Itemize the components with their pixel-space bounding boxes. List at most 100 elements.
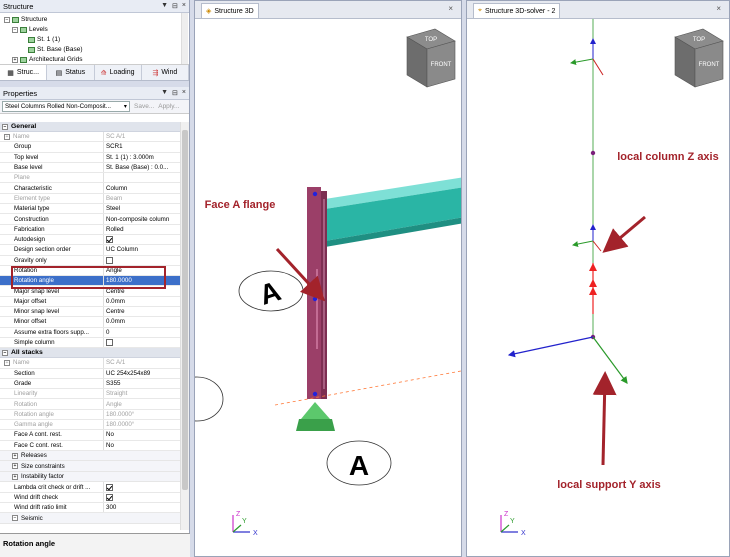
view-cube[interactable]: TOP FRONT — [406, 28, 456, 88]
support-icon[interactable] — [296, 419, 335, 431]
expand-icon[interactable]: + — [12, 463, 18, 470]
collapse-icon[interactable]: − — [2, 349, 8, 356]
pin-dropdown-icon[interactable]: ▼ — [161, 89, 168, 97]
expand-icon[interactable]: − — [12, 27, 18, 33]
property-value[interactable]: 180.0000° — [104, 420, 180, 429]
property-row-name[interactable]: + Name SC A/1 — [0, 358, 180, 369]
checkbox[interactable] — [106, 339, 113, 347]
property-value[interactable]: 180.0000° — [104, 410, 180, 419]
property-row-face-a-cont-rest[interactable]: Face A cont. rest. No — [0, 430, 180, 441]
subgroup-releases[interactable]: + Releases — [0, 450, 180, 462]
collapse-icon[interactable]: − — [12, 515, 18, 522]
tree-item-levels[interactable]: Levels — [29, 25, 48, 35]
property-value[interactable]: Non-composite column — [104, 214, 180, 223]
property-value[interactable]: 0 — [104, 328, 180, 337]
expand-icon[interactable]: + — [12, 473, 18, 480]
property-grid-scrollbar[interactable] — [180, 122, 189, 530]
property-value[interactable]: SC A/1 — [104, 358, 180, 367]
section-general[interactable]: − General — [0, 122, 180, 132]
solver-scene[interactable]: TOP FRONT Z X Y — [467, 19, 729, 556]
property-value[interactable] — [104, 173, 180, 182]
property-row-simple-column[interactable]: Simple column — [0, 337, 180, 349]
property-value[interactable]: S355 — [104, 379, 180, 388]
expand-icon[interactable]: − — [4, 17, 10, 23]
node[interactable] — [590, 150, 596, 156]
section-all-stacks[interactable]: − All stacks — [0, 348, 180, 359]
property-row-gamma-angle[interactable]: Gamma angle 180.0000° — [0, 420, 180, 431]
property-row-fabrication[interactable]: Fabrication Rolled — [0, 224, 180, 235]
property-value[interactable]: St. 1 (1) : 3.000m — [104, 153, 180, 162]
property-value[interactable]: 300 — [104, 503, 180, 512]
property-value[interactable]: Steel — [104, 204, 180, 213]
expand-icon[interactable]: + — [4, 359, 10, 366]
property-row-material-type[interactable]: Material type Steel — [0, 204, 180, 215]
expand-icon[interactable]: + — [12, 57, 18, 63]
property-row-wind-drift-ratio-limit[interactable]: Wind drift ratio limit 300 — [0, 503, 180, 514]
property-value[interactable]: UC 254x254x89 — [104, 369, 180, 378]
tab-wind[interactable]: ⇶ Wind — [142, 65, 189, 80]
checkbox[interactable] — [106, 483, 113, 491]
structure-3d-solver-view[interactable]: ⌖ Structure 3D-solver - 2 × TOP FRONT Z … — [466, 0, 730, 557]
pin-dropdown-icon[interactable]: ▼ — [161, 2, 168, 10]
property-row-section[interactable]: Section UC 254x254x89 — [0, 368, 180, 379]
property-value[interactable]: SC A/1 — [104, 132, 180, 141]
autohide-icon[interactable]: ⊟ — [172, 89, 178, 97]
property-row-gravity-only[interactable]: Gravity only — [0, 255, 180, 266]
property-value[interactable]: No — [104, 430, 180, 439]
property-row-base-level[interactable]: Base level St. Base (Base) : 0.0... — [0, 162, 180, 174]
property-value[interactable]: St. Base (Base) : 0.0... — [104, 163, 180, 172]
checkbox[interactable] — [106, 236, 113, 244]
checkbox[interactable] — [106, 256, 113, 264]
property-row-lambda-crit-check-or-drift[interactable]: Lambda crit check or drift ... — [0, 482, 180, 493]
property-value[interactable]: Rolled — [104, 225, 180, 234]
property-row-minor-offset[interactable]: Minor offset 0.0mm — [0, 317, 180, 328]
subgroup-instability-factor[interactable]: + Instability factor — [0, 471, 180, 483]
property-row-wind-drift-check[interactable]: Wind drift check — [0, 492, 180, 503]
property-row-assume-extra-floors-supp[interactable]: Assume extra floors supp... 0 — [0, 327, 180, 338]
close-icon[interactable]: × — [182, 89, 186, 97]
property-value[interactable] — [104, 235, 180, 244]
tree-scrollbar[interactable] — [181, 13, 188, 64]
property-row-major-offset[interactable]: Major offset 0.0mm — [0, 296, 180, 308]
tab-status[interactable]: ▤ Status — [47, 65, 95, 80]
tree-item-stbase[interactable]: St. Base (Base) — [37, 45, 83, 55]
collapse-icon[interactable]: − — [2, 123, 8, 130]
property-row-characteristic[interactable]: Characteristic Column — [0, 183, 180, 194]
property-value[interactable]: Column — [104, 183, 180, 192]
steel-beam[interactable] — [325, 177, 461, 247]
property-value[interactable]: SCR1 — [104, 142, 180, 151]
property-row-rotation-angle[interactable]: Rotation angle 180.0000° — [0, 409, 180, 421]
tab-structure-3d[interactable]: ◈ Structure 3D — [201, 3, 259, 18]
autohide-icon[interactable]: ⊟ — [172, 2, 178, 10]
grid-bubble-a[interactable]: A — [238, 270, 304, 312]
property-row-plane[interactable]: Plane — [0, 173, 180, 184]
tree-item-st1[interactable]: St. 1 (1) — [37, 35, 60, 45]
property-value[interactable]: 0.0mm — [104, 317, 180, 326]
property-row-design-section-order[interactable]: Design section order UC Column — [0, 245, 180, 256]
checkbox[interactable] — [106, 493, 113, 501]
tab-structure-3d-solver[interactable]: ⌖ Structure 3D-solver - 2 — [473, 3, 561, 18]
property-row-face-c-cont-rest[interactable]: Face C cont. rest. No — [0, 440, 180, 451]
property-row-minor-snap-level[interactable]: Minor snap level Centre — [0, 307, 180, 318]
tab-loading[interactable]: ⟰ Loading — [95, 65, 142, 80]
property-row-name[interactable]: + Name SC A/1 — [0, 132, 180, 143]
property-row-grade[interactable]: Grade S355 — [0, 378, 180, 390]
tree-item-grids[interactable]: Architectural Grids — [29, 55, 82, 64]
property-row-rotation[interactable]: Rotation Angle — [0, 399, 180, 410]
structure-tree[interactable]: − Structure − Levels St. 1 (1) St. Base (B… — [0, 13, 189, 65]
scrollbar-thumb[interactable] — [182, 130, 188, 490]
property-value[interactable]: No — [104, 441, 180, 450]
expand-icon[interactable]: + — [12, 452, 18, 459]
property-value[interactable] — [104, 338, 180, 347]
property-row-group[interactable]: Group SCR1 — [0, 142, 180, 153]
property-value[interactable]: UC Column — [104, 245, 180, 254]
property-value[interactable] — [104, 256, 180, 265]
property-row-element-type[interactable]: Element type Beam — [0, 193, 180, 205]
property-row-autodesign[interactable]: Autodesign — [0, 234, 180, 246]
save-button[interactable]: Save... — [134, 103, 154, 110]
scene-3d[interactable]: TOP FRONT A A Z X Y — [195, 19, 461, 556]
property-value[interactable]: Beam — [104, 194, 180, 203]
close-icon[interactable]: × — [448, 4, 453, 13]
view-cube[interactable]: TOP FRONT — [674, 28, 724, 88]
property-row-linearity[interactable]: Linearity Straight — [0, 389, 180, 400]
